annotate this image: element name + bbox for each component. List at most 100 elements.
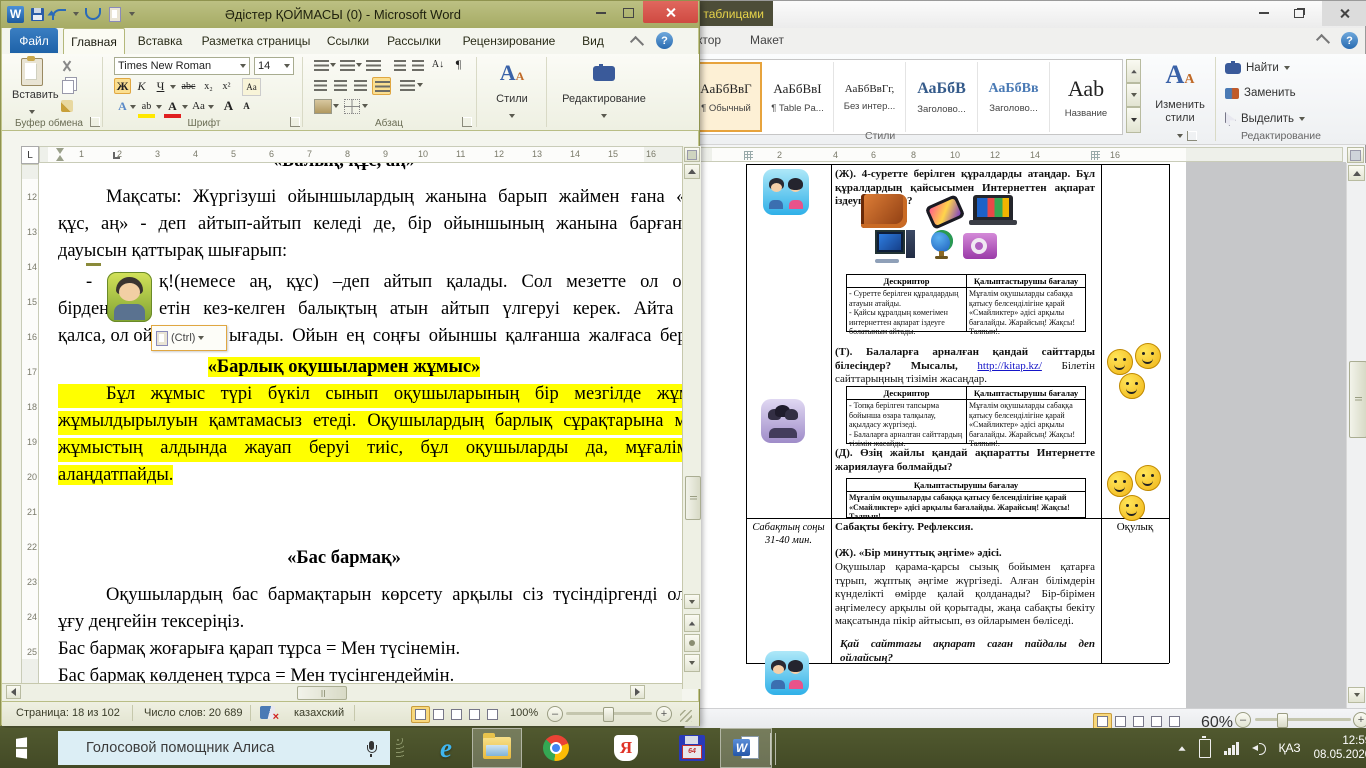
table-column-marker[interactable] <box>1091 151 1100 160</box>
zoom-slider[interactable] <box>1255 718 1351 721</box>
sort-icon[interactable]: А↓ <box>428 56 448 72</box>
tab-stop-marker[interactable] <box>113 152 120 159</box>
taskbar-word-icon[interactable]: W <box>720 728 772 768</box>
bullets-icon[interactable] <box>314 60 329 72</box>
editing-button[interactable]: Редактирование <box>554 60 654 123</box>
scroll-left-arrow[interactable] <box>6 685 21 699</box>
zoom-out-button[interactable]: – <box>547 706 563 722</box>
align-right-icon[interactable] <box>354 80 367 92</box>
kitap-link[interactable]: http://kitap.kz/ <box>977 360 1041 372</box>
tab-insert[interactable]: Вставка <box>129 28 191 53</box>
back-restore-button[interactable] <box>1285 3 1313 23</box>
battery-icon[interactable] <box>1199 739 1211 758</box>
spellcheck-icon[interactable]: × <box>260 706 275 719</box>
zoom-slider-knob[interactable] <box>1277 713 1288 728</box>
find-button[interactable]: Найти <box>1225 62 1290 74</box>
ruler-toggle-button[interactable] <box>684 147 700 162</box>
language-indicator[interactable]: казахский <box>294 707 344 719</box>
scroll-up-arrow[interactable] <box>1348 165 1365 181</box>
style-item-no-spacing[interactable]: АаБбВвГг,Без интер... <box>834 62 906 132</box>
zoom-in-button[interactable]: + <box>1353 712 1366 728</box>
show-paragraph-marks-icon[interactable]: ¶ <box>450 56 467 72</box>
paste-button[interactable]: Вставить <box>12 58 52 119</box>
tab-stop-selector[interactable]: L <box>21 146 39 164</box>
increase-indent-icon[interactable] <box>412 60 424 72</box>
front-close-button[interactable] <box>643 1 698 23</box>
qat-more-icon[interactable] <box>128 5 136 23</box>
styles-dialog-launcher[interactable] <box>1187 131 1197 141</box>
styles-button[interactable]: АA Стили <box>484 60 540 123</box>
shading-icon[interactable] <box>314 99 332 114</box>
style-item-heading1[interactable]: АаБбВЗаголово... <box>906 62 978 132</box>
scroll-thumb[interactable] <box>297 686 347 700</box>
scroll-thumb[interactable] <box>685 476 701 520</box>
help-icon[interactable]: ? <box>656 32 673 49</box>
copy-button[interactable] <box>62 80 74 94</box>
styles-gallery[interactable]: АаБбВвГ¶ Обычный АаБбВвІ¶ Table Pa... Аа… <box>689 59 1123 135</box>
scroll-thumb[interactable] <box>1349 361 1366 438</box>
tab-page-layout[interactable]: Разметка страницы <box>197 28 315 53</box>
taskbar-ie-icon[interactable]: e <box>424 728 468 768</box>
underline-button[interactable]: Ч <box>152 78 169 94</box>
back-document-area[interactable]: (Ж). 4-суретте берілген құралдарды атаңд… <box>685 162 1346 708</box>
word-window-front[interactable]: W Әдістер ҚОЙМАСЫ (0) - Microsoft Word Ф… <box>0 0 700 726</box>
draft-view-button[interactable] <box>483 706 502 723</box>
zoom-out-button[interactable]: – <box>1235 712 1251 728</box>
scroll-up-arrow[interactable] <box>684 164 700 179</box>
front-maximize-button[interactable] <box>615 3 642 23</box>
style-item-normal[interactable]: АаБбВвГ¶ Обычный <box>690 62 762 132</box>
front-horizontal-scrollbar[interactable] <box>2 683 682 701</box>
back-page[interactable]: (Ж). 4-суретте берілген құралдарды атаңд… <box>685 162 1186 708</box>
taskbar-file-explorer-icon[interactable] <box>472 728 522 768</box>
grow-font-button[interactable]: А <box>220 98 237 114</box>
italic-button[interactable]: К <box>133 78 150 94</box>
shrink-font-button[interactable]: А <box>238 98 255 114</box>
search-box[interactable]: Голосовой помощник Алиса <box>58 731 390 765</box>
front-minimize-button[interactable] <box>587 3 614 23</box>
change-case-button[interactable]: Аа <box>190 98 207 114</box>
speaker-icon[interactable] <box>1252 741 1266 755</box>
table-column-marker[interactable] <box>744 151 753 160</box>
first-line-indent-marker[interactable] <box>56 148 64 154</box>
align-center-icon[interactable] <box>334 80 347 92</box>
back-ruler-toggle-button[interactable] <box>1347 147 1364 163</box>
word-count[interactable]: Число слов: 20 689 <box>144 707 242 719</box>
outline-view-button[interactable] <box>465 706 484 723</box>
microphone-icon[interactable] <box>366 741 376 756</box>
gallery-expand[interactable] <box>1126 107 1141 133</box>
tab-mailings[interactable]: Рассылки <box>381 28 447 53</box>
front-vertical-ruler[interactable]: 12 13 14 15 16 17 18 19 20 21 22 23 24 2… <box>21 164 39 689</box>
print-layout-view-button[interactable] <box>411 706 430 723</box>
numbering-icon[interactable] <box>340 60 355 72</box>
page-indicator[interactable]: Страница: 18 из 102 <box>16 707 120 719</box>
style-item-table-paragraph[interactable]: АаБбВвІ¶ Table Pa... <box>762 62 834 132</box>
justify-button-highlight[interactable] <box>372 77 391 95</box>
tab-home[interactable]: Главная <box>63 28 125 54</box>
format-painter-button[interactable] <box>61 100 73 112</box>
undo-icon[interactable] <box>50 5 68 23</box>
tab-view[interactable]: Вид <box>573 28 613 53</box>
scroll-down-arrow[interactable] <box>1348 687 1365 703</box>
word-window-back[interactable]: с таблицами ктор Макет ? АаБбВвГ¶ Обычны… <box>684 0 1366 728</box>
collapse-ribbon-icon[interactable] <box>630 36 644 50</box>
style-item-heading2[interactable]: АаБбВвЗаголово... <box>978 62 1050 132</box>
paragraph-dialog-launcher[interactable] <box>462 117 472 127</box>
align-left-icon[interactable] <box>314 80 327 92</box>
taskbar-yandex-icon[interactable]: Я <box>604 728 648 768</box>
redo-icon[interactable] <box>84 5 102 23</box>
back-minimize-button[interactable] <box>1250 3 1278 23</box>
resize-grip[interactable] <box>680 710 692 722</box>
text-effects-button[interactable]: А <box>114 98 131 114</box>
clear-formatting-button[interactable]: Aa <box>242 78 261 96</box>
subscript-button[interactable]: x₂ <box>200 78 217 94</box>
font-name-combobox[interactable]: Times New Roman <box>114 57 250 75</box>
change-styles-button[interactable]: АA Изменить стили <box>1149 62 1211 143</box>
gallery-scroll-up[interactable] <box>1126 59 1141 83</box>
font-color-button[interactable]: А <box>164 98 181 118</box>
multilevel-list-icon[interactable] <box>366 60 381 72</box>
bold-button[interactable]: Ж <box>114 78 131 94</box>
select-browse-object-button[interactable] <box>684 634 700 652</box>
underline-dropdown-icon[interactable] <box>170 85 176 89</box>
paste-special-icon[interactable] <box>106 5 124 23</box>
front-page[interactable]: «Балық, құс, аң» Мақсаты: Жүргізуші ойын… <box>39 163 682 689</box>
